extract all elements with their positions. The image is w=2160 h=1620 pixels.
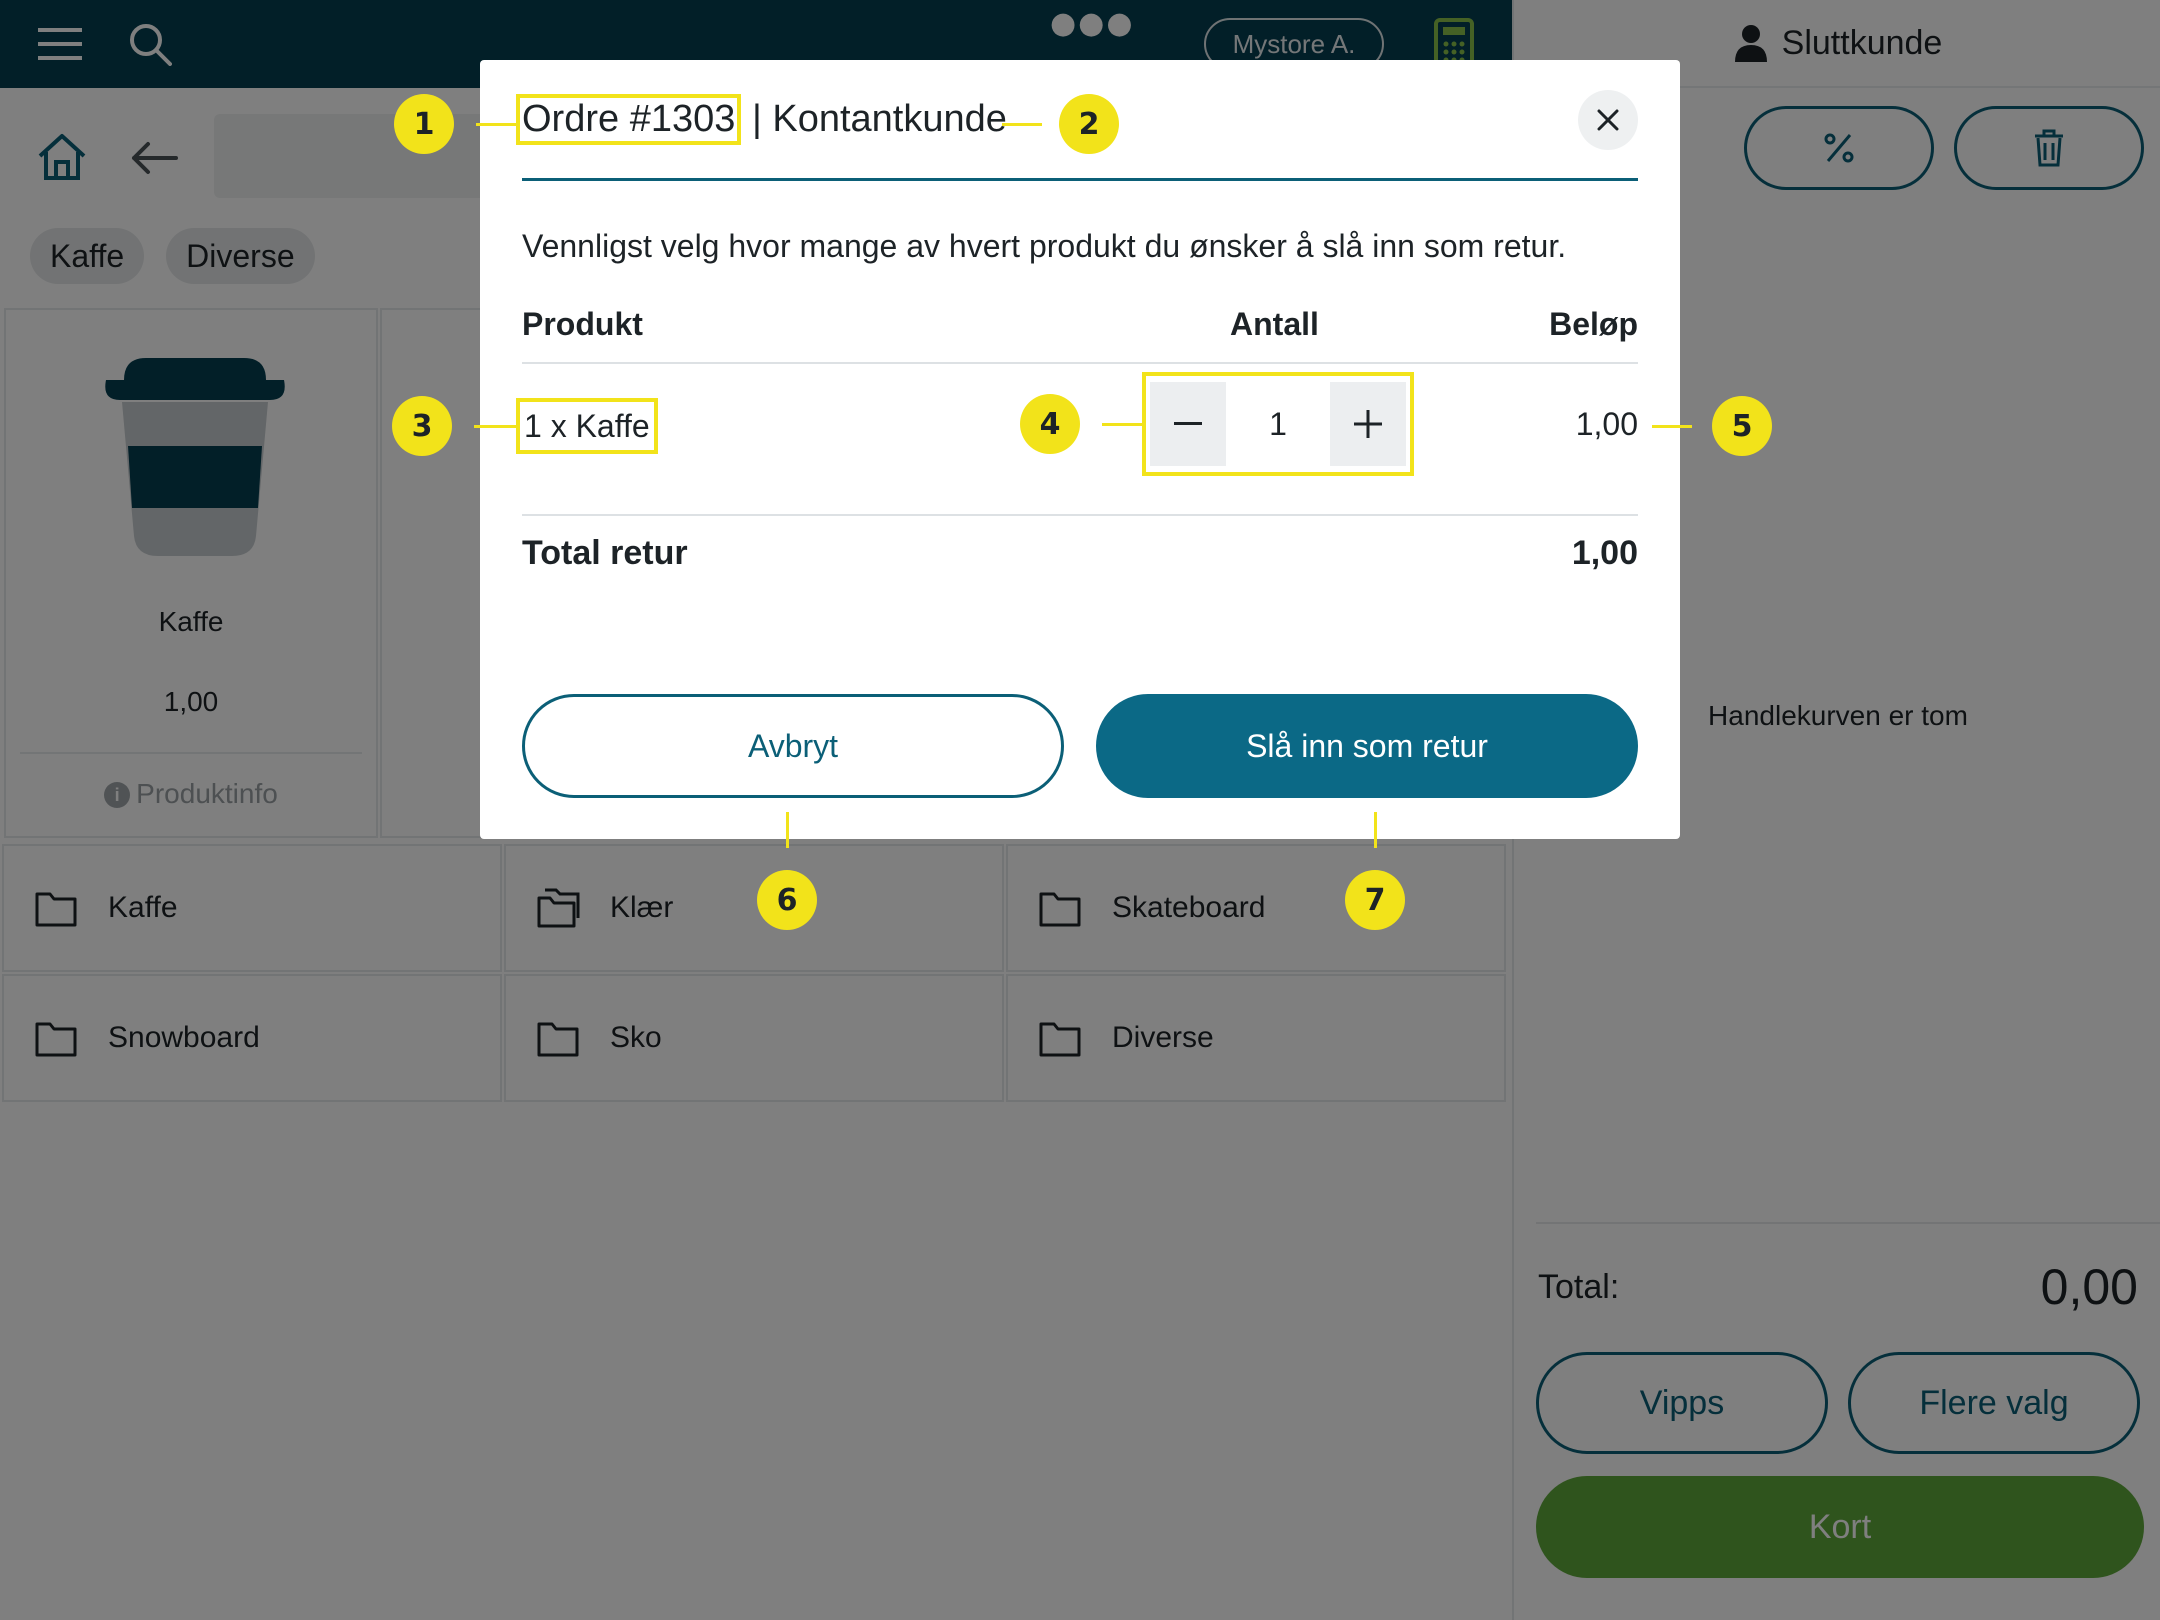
column-header-quantity: Antall xyxy=(1230,306,1319,342)
cancel-button[interactable]: Avbryt xyxy=(522,694,1064,798)
column-header-amount: Beløp xyxy=(1549,306,1638,342)
return-line-product: 1 x Kaffe xyxy=(516,398,658,454)
decrement-button[interactable] xyxy=(1150,382,1226,466)
total-return-value: 1,00 xyxy=(1571,534,1638,572)
column-header-product: Produkt xyxy=(522,306,643,342)
dialog-instructions: Vennligst velg hvor mange av hvert produ… xyxy=(522,228,1567,264)
callout-badge-3: 3 xyxy=(392,396,452,456)
total-divider xyxy=(522,514,1638,516)
order-number: Ordre #1303 xyxy=(516,94,742,145)
callout-line xyxy=(1102,423,1142,426)
quantity-value[interactable]: 1 xyxy=(1226,382,1330,466)
increment-button[interactable] xyxy=(1330,382,1406,466)
callout-badge-6: 6 xyxy=(757,870,817,930)
callout-line xyxy=(474,425,516,428)
dialog-customer: | Kontantkunde xyxy=(751,98,1007,140)
callout-badge-7: 7 xyxy=(1345,870,1405,930)
total-return-label: Total retur xyxy=(522,534,688,572)
minus-icon xyxy=(1174,422,1202,425)
callout-badge-2: 2 xyxy=(1059,94,1119,154)
callout-line xyxy=(476,123,516,126)
callout-badge-1: 1 xyxy=(394,94,454,154)
header-divider xyxy=(522,362,1638,364)
callout-badge-5: 5 xyxy=(1712,396,1772,456)
callout-line xyxy=(1374,812,1377,848)
callout-line xyxy=(786,812,789,848)
title-divider xyxy=(522,178,1638,181)
callout-line xyxy=(1652,425,1692,428)
plus-icon xyxy=(1354,410,1382,438)
dialog-title: Ordre #1303 | Kontantkunde xyxy=(516,94,1007,145)
callout-line xyxy=(1002,123,1042,126)
close-button[interactable] xyxy=(1578,90,1638,150)
return-line-amount: 1,00 xyxy=(1575,406,1638,442)
callout-badge-4: 4 xyxy=(1020,394,1080,454)
register-return-button[interactable]: Slå inn som retur xyxy=(1096,694,1638,798)
quantity-stepper: 1 xyxy=(1150,382,1406,466)
close-icon xyxy=(1597,109,1619,131)
return-dialog: Ordre #1303 | Kontantkunde Vennligst vel… xyxy=(480,60,1680,839)
